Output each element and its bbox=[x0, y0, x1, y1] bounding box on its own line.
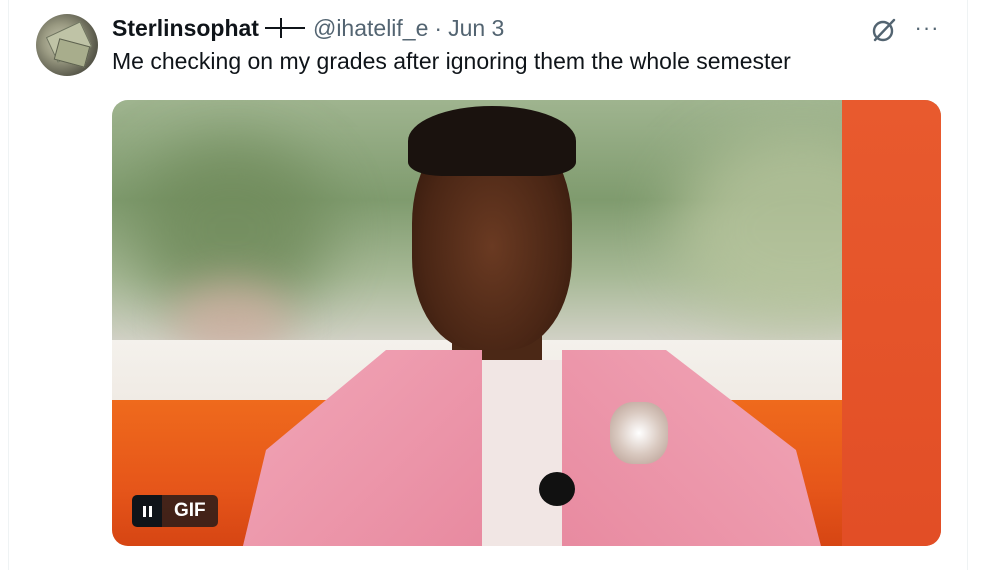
more-icon[interactable]: ··· bbox=[914, 14, 940, 42]
grok-icon[interactable] bbox=[870, 16, 898, 44]
tweet[interactable]: Sterlinsophat @ihatelif_e · Jun 3 ··· Me… bbox=[0, 0, 984, 570]
gif-badge[interactable]: GIF bbox=[132, 495, 218, 527]
tweet-text: Me checking on my grades after ignoring … bbox=[112, 48, 791, 74]
gif-person-hair bbox=[408, 106, 576, 176]
cross-icon bbox=[264, 18, 305, 38]
author-name[interactable]: Sterlinsophat bbox=[112, 15, 259, 42]
tweet-date[interactable]: Jun 3 bbox=[448, 15, 504, 42]
tweet-header: Sterlinsophat @ihatelif_e · Jun 3 bbox=[112, 14, 504, 42]
tweet-gif[interactable]: GIF bbox=[112, 100, 941, 546]
separator-dot: · bbox=[434, 14, 443, 41]
pause-icon[interactable] bbox=[132, 495, 162, 527]
gif-microphone bbox=[539, 472, 575, 506]
avatar[interactable] bbox=[36, 14, 98, 76]
gif-orange-panel bbox=[842, 100, 941, 546]
gif-label: GIF bbox=[162, 495, 218, 527]
author-handle[interactable]: @ihatelif_e bbox=[313, 15, 428, 42]
gif-brooch bbox=[610, 402, 668, 464]
